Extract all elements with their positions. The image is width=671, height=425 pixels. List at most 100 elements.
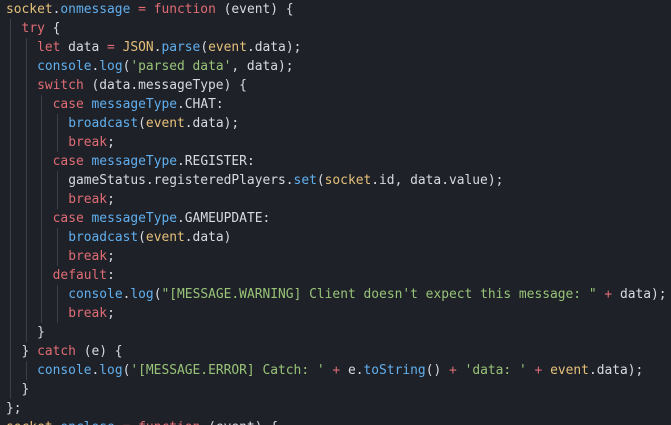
- indent-guide: [25, 133, 27, 152]
- code-token-str: 'parsed data': [130, 59, 232, 74]
- code-token-punc: (): [425, 363, 449, 378]
- indent-guide: [56, 228, 58, 247]
- code-token-punc: [130, 420, 138, 425]
- code-token-obj: socket: [6, 2, 53, 17]
- indent-guide: [25, 57, 27, 76]
- indent-guide: [25, 95, 27, 114]
- indent-guide: [10, 380, 11, 399]
- code-token-kw: try: [21, 21, 45, 36]
- code-token-op: =: [138, 2, 146, 17]
- indent-guide: [25, 152, 27, 171]
- indent-guide: [41, 190, 43, 209]
- code-token-punc: [457, 363, 465, 378]
- code-token-obj: event: [550, 363, 589, 378]
- indent-guide: [25, 304, 27, 323]
- code-line: case messageType.REGISTER:: [53, 152, 255, 171]
- code-token-punc: [84, 211, 92, 226]
- indent-guide: [56, 304, 58, 323]
- code-line: try {: [22, 19, 61, 38]
- indent-guide: [41, 209, 43, 228]
- indent-guide: [25, 247, 27, 266]
- code-line: socket.onclose = function (event) {: [6, 418, 278, 425]
- code-token-punc: :: [107, 268, 115, 283]
- code-token-punc: .data);: [246, 40, 302, 55]
- code-token-fn: set: [293, 173, 317, 188]
- indent-guide: [10, 266, 11, 285]
- code-token-var: gameStatus.registeredPlayers.: [68, 173, 294, 188]
- indent-guide: [10, 19, 11, 38]
- indent-guide: [10, 114, 11, 133]
- code-token-fn: log: [99, 59, 123, 74]
- indent-guide: [10, 133, 11, 152]
- code-line: broadcast(event.data);: [68, 114, 239, 133]
- code-line: };: [6, 399, 22, 418]
- code-token-kw: break: [68, 306, 108, 321]
- code-token-kw: catch: [37, 344, 76, 359]
- indent-guide: [41, 228, 43, 247]
- code-token-fn: console: [37, 363, 92, 378]
- code-line: case messageType.CHAT:: [53, 95, 224, 114]
- indent-guide: [10, 76, 11, 95]
- code-token-fn: console: [68, 287, 123, 302]
- code-token-str: 'data: ': [464, 363, 527, 378]
- code-line: console.log('[MESSAGE.ERROR] Catch: ' + …: [37, 361, 643, 380]
- code-line: default:: [53, 266, 115, 285]
- code-token-punc: (event) {: [215, 2, 294, 17]
- code-line: break;: [68, 133, 115, 152]
- code-token-punc: .CHAT:: [177, 97, 224, 112]
- code-token-kw: case: [52, 211, 84, 226]
- indent-guide: [25, 76, 27, 95]
- indent-guide: [10, 38, 11, 57]
- indent-guide: [25, 171, 27, 190]
- code-token-punc: (: [138, 116, 146, 131]
- indent-guide: [25, 361, 27, 380]
- indent-guide: [41, 285, 43, 304]
- indent-guide: [10, 228, 11, 247]
- indent-guide: [56, 171, 58, 190]
- code-token-punc: [527, 363, 535, 378]
- code-token-punc: [115, 420, 123, 425]
- code-token-punc: [130, 2, 138, 17]
- code-token-punc: ;: [107, 135, 115, 150]
- code-token-punc: };: [6, 401, 22, 416]
- code-token-fn: parse: [161, 40, 201, 55]
- indent-guide: [56, 247, 58, 266]
- indent-guide: [10, 285, 11, 304]
- code-token-punc: .data);: [184, 116, 240, 131]
- code-token-str: "[MESSAGE.WARNING] Client doesn't expect…: [161, 287, 597, 302]
- code-line: console.log("[MESSAGE.WARNING] Client do…: [68, 285, 666, 304]
- code-line: socket.onmessage = function (event) {: [6, 0, 294, 19]
- code-token-var: data: [60, 40, 108, 55]
- code-token-punc: [115, 40, 123, 55]
- code-line: break;: [68, 190, 115, 209]
- code-editor[interactable]: socket.onmessage = function (event) {try…: [0, 0, 671, 425]
- code-token-kw: break: [68, 192, 108, 207]
- code-token-punc: }: [21, 382, 30, 397]
- code-token-punc: [84, 97, 92, 112]
- indent-guide: [10, 152, 11, 171]
- code-token-punc: }: [21, 344, 38, 359]
- code-token-kw: break: [68, 249, 108, 264]
- code-line: break;: [68, 304, 115, 323]
- code-token-punc: (: [138, 230, 146, 245]
- code-token-punc: ;: [107, 192, 115, 207]
- code-token-fn: log: [99, 363, 123, 378]
- code-token-punc: .data): [184, 230, 232, 245]
- indent-guide: [41, 114, 43, 133]
- code-token-punc: e.: [340, 363, 364, 378]
- code-token-kw: switch: [37, 78, 84, 93]
- indent-guide: [41, 95, 43, 114]
- indent-guide: [41, 247, 43, 266]
- indent-guide: [10, 190, 11, 209]
- code-token-punc: [542, 363, 550, 378]
- code-token-punc: (data.messageType) {: [83, 78, 247, 93]
- indent-guide: [25, 209, 27, 228]
- code-token-punc: .id, data.value);: [371, 173, 504, 188]
- indent-guide: [25, 285, 27, 304]
- code-token-op: +: [449, 363, 457, 378]
- code-token-obj: JSON: [122, 40, 154, 55]
- indent-guide: [25, 323, 27, 342]
- code-token-punc: data);: [612, 287, 667, 302]
- code-token-punc: [84, 154, 92, 169]
- code-token-punc: , data);: [231, 59, 294, 74]
